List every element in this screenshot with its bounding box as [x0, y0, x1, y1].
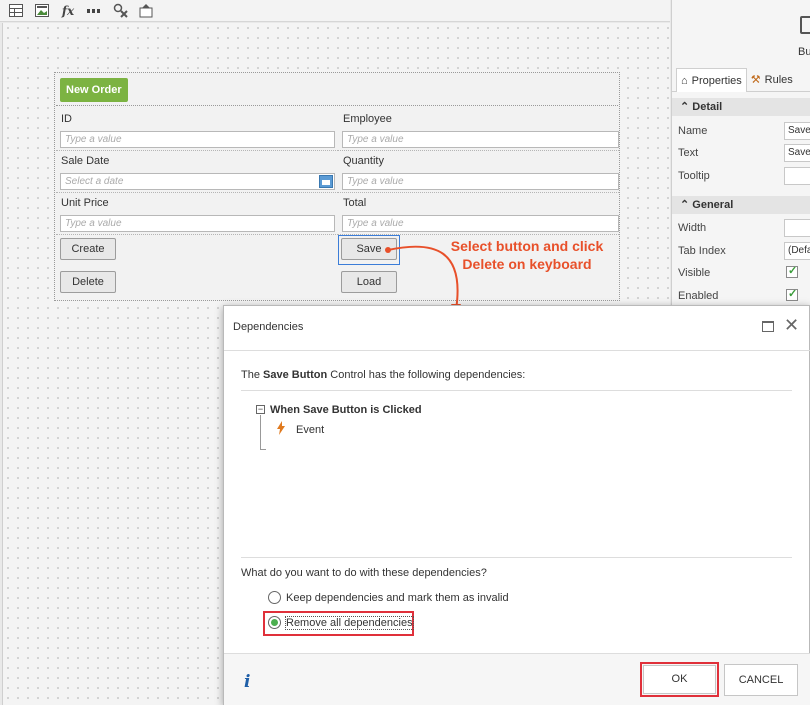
visible-label: Visible — [678, 267, 711, 279]
width-label: Width — [678, 222, 707, 234]
calendar-icon[interactable] — [319, 175, 333, 188]
tooltip-row: Tooltip — [672, 165, 810, 187]
collapse-icon: ⌃ — [680, 101, 690, 113]
tree-separator — [241, 557, 792, 558]
sale-date-cell: Sale Date Select a date — [56, 151, 338, 193]
info-icon[interactable]: i — [244, 672, 250, 692]
fx-icon[interactable]: fx — [60, 3, 76, 19]
quantity-field[interactable]: Type a value — [342, 173, 619, 190]
text-row: Text Save — [672, 142, 810, 164]
annotation-line-1: Select button and click — [450, 238, 604, 254]
dialog-description: The Save Button Control has the followin… — [241, 369, 525, 381]
desc-separator — [241, 390, 792, 391]
text-label: Text — [678, 147, 699, 159]
keep-radio[interactable] — [268, 591, 281, 604]
total-label: Total — [343, 197, 367, 209]
remove-dependencies-option[interactable]: Remove all dependencies — [268, 615, 414, 630]
total-cell: Total Type a value — [338, 193, 619, 235]
quantity-cell: Quantity Type a value — [338, 151, 619, 193]
panel-top: Bu — [672, 0, 810, 68]
sale-date-label: Sale Date — [61, 155, 110, 167]
desc-control-name: Save Button — [263, 369, 328, 381]
visible-checkbox[interactable] — [786, 264, 798, 278]
tab-index-row: Tab Index (Defa — [672, 240, 810, 262]
unit-price-label: Unit Price — [61, 197, 109, 209]
delete-button[interactable]: Delete — [60, 271, 116, 293]
tab-index-input[interactable]: (Defa — [784, 242, 810, 260]
close-icon[interactable]: ✕ — [784, 315, 799, 335]
tooltip-input[interactable] — [784, 167, 810, 185]
form-header-row: New Order — [56, 74, 618, 106]
collapse-tree-icon[interactable]: − — [256, 405, 265, 414]
panel-top-label: Bu — [798, 46, 810, 58]
dependency-question: What do you want to do with these depend… — [241, 567, 487, 579]
width-input[interactable] — [784, 219, 810, 237]
id-cell: ID Type a value — [56, 109, 338, 151]
id-field[interactable]: Type a value — [60, 131, 335, 148]
cancel-button[interactable]: CANCEL — [724, 664, 798, 696]
tooltip-label: Tooltip — [678, 170, 710, 182]
image-icon[interactable] — [34, 3, 50, 19]
tab-rules-label: Rules — [764, 74, 793, 86]
name-label: Name — [678, 125, 708, 137]
dialog-footer: i OK CANCEL — [224, 653, 810, 705]
general-section-label: General — [692, 199, 734, 211]
tree-node-rule[interactable]: When Save Button is Clicked — [270, 404, 422, 416]
create-button[interactable]: Create — [60, 238, 116, 260]
lightning-icon — [276, 421, 286, 438]
unit-price-field[interactable]: Type a value — [60, 215, 335, 232]
collapse-icon: ⌃ — [680, 199, 690, 211]
keep-dependencies-option[interactable]: Keep dependencies and mark them as inval… — [268, 591, 509, 604]
width-row: Width — [672, 217, 810, 239]
table-icon[interactable] — [8, 3, 24, 19]
hat-icon[interactable] — [138, 3, 154, 19]
unit-price-cell: Unit Price Type a value — [56, 193, 338, 235]
detail-section-label: Detail — [692, 101, 723, 113]
new-order-title[interactable]: New Order — [60, 78, 128, 102]
tree-node-event[interactable]: Event — [296, 424, 324, 436]
enabled-label: Enabled — [678, 290, 719, 302]
dialog-title: Dependencies — [233, 321, 304, 333]
tab-index-label: Tab Index — [678, 245, 726, 257]
remove-label: Remove all dependencies — [285, 615, 414, 630]
total-field[interactable]: Type a value — [342, 215, 619, 232]
name-row: Name Save — [672, 120, 810, 142]
enabled-checkbox[interactable] — [786, 287, 798, 301]
properties-icon: ⌂ — [681, 74, 688, 87]
employee-label: Employee — [343, 113, 392, 125]
annotation-text: Select button and click Delete on keyboa… — [432, 237, 622, 273]
ok-button[interactable]: OK — [643, 665, 716, 694]
sale-date-placeholder: Select a date — [65, 176, 124, 187]
tab-properties-label: Properties — [691, 74, 742, 87]
panel-tabs: ⌂ Properties ⚒ Rules — [672, 68, 810, 92]
general-section[interactable]: ⌃ General — [672, 196, 810, 214]
desc-suffix: Control has the following dependencies: — [327, 369, 526, 381]
settings-cross-icon[interactable] — [112, 3, 128, 19]
gavel-icon: ⚒ — [750, 74, 761, 86]
visible-row: Visible — [672, 262, 810, 284]
enabled-row: Enabled — [672, 285, 810, 307]
sale-date-field[interactable]: Select a date — [60, 173, 335, 190]
employee-cell: Employee Type a value — [338, 109, 619, 151]
name-input[interactable]: Save — [784, 122, 810, 140]
detail-section[interactable]: ⌃ Detail — [672, 98, 810, 116]
dashed-line-icon[interactable] — [86, 3, 102, 19]
id-label: ID — [61, 113, 72, 125]
designer-toolbar: fx — [0, 0, 670, 22]
desc-prefix: The — [241, 369, 264, 381]
quantity-label: Quantity — [343, 155, 384, 167]
keep-label: Keep dependencies and mark them as inval… — [286, 591, 509, 604]
text-input[interactable]: Save — [784, 144, 810, 162]
annotation-line-2: Delete on keyboard — [462, 256, 592, 272]
remove-radio[interactable] — [268, 616, 281, 629]
tree-connector-end — [260, 449, 266, 450]
tab-rules[interactable]: ⚒ Rules — [747, 68, 797, 92]
employee-field[interactable]: Type a value — [342, 131, 619, 148]
tab-properties[interactable]: ⌂ Properties — [676, 68, 747, 92]
maximize-icon[interactable] — [762, 321, 774, 332]
tree-connector — [260, 415, 261, 449]
title-separator — [224, 350, 810, 351]
dependencies-dialog: Dependencies ✕ The Save Button Control h… — [223, 305, 810, 705]
button-control-icon — [800, 16, 810, 34]
